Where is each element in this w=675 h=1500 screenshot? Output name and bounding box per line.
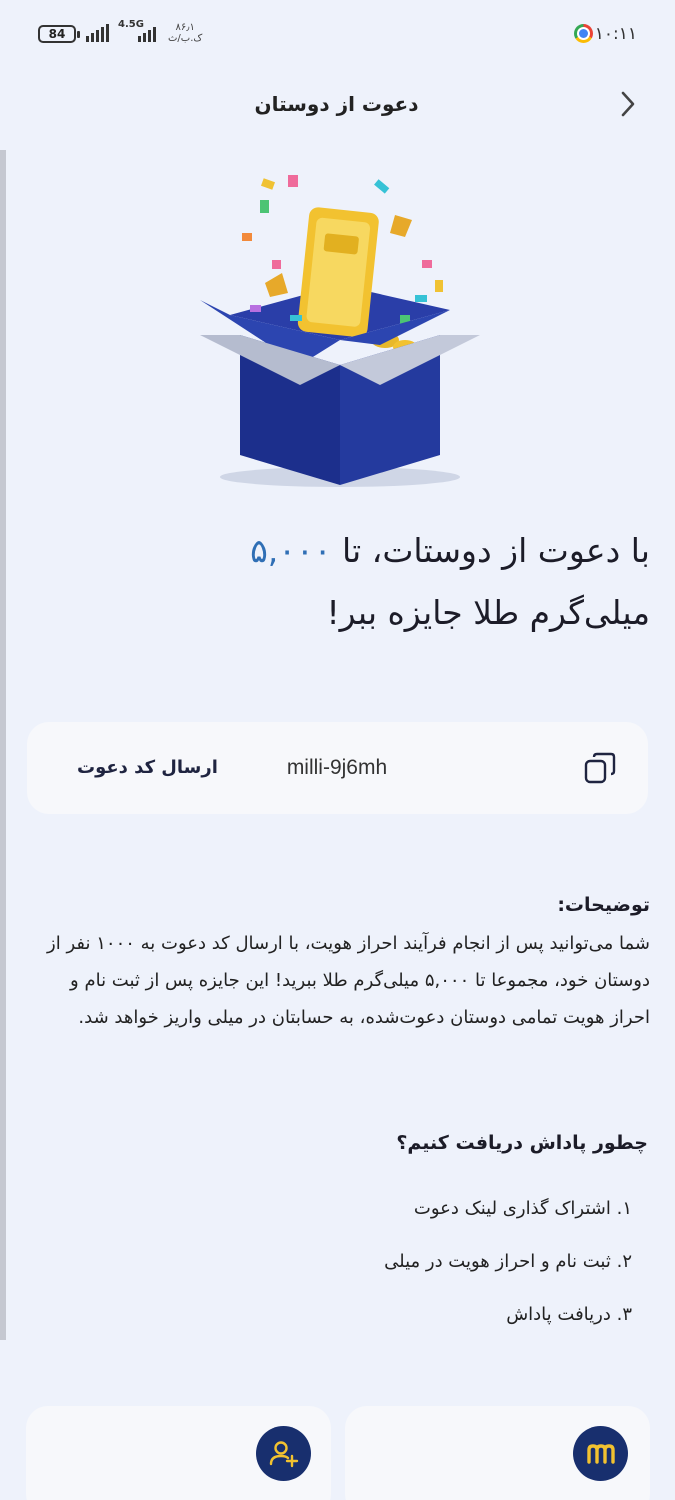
how-to-title: چطور پاداش دریافت کنیم؟: [396, 1132, 648, 1154]
milli-card[interactable]: [345, 1406, 650, 1500]
add-user-icon: [256, 1426, 311, 1481]
network-speed: ۸۶٫۱ ک.ب/ث: [168, 22, 203, 44]
top-app-bar: دعوت از دوستان: [0, 66, 675, 142]
scroll-indicator: [0, 150, 6, 1340]
battery-indicator: 84: [38, 25, 80, 43]
page-title: دعوت از دوستان: [254, 92, 419, 116]
milli-logo-icon: [573, 1426, 628, 1481]
chevron-right-icon: [621, 91, 635, 117]
invite-friend-card[interactable]: [26, 1406, 331, 1500]
back-button[interactable]: [612, 88, 644, 120]
list-item: ۲. ثبت نام و احراز هویت در میلی: [384, 1251, 632, 1272]
status-bar: 84 4.5G ۸۶٫۱ ک.ب/ث ۱۰:۱۱: [0, 0, 675, 66]
description-section: توضیحات: شما می‌توانید پس از انجام فرآین…: [26, 887, 650, 1036]
clock: ۱۰:۱۱: [594, 24, 637, 44]
description-title: توضیحات:: [557, 894, 650, 916]
send-invite-code-button[interactable]: ارسال کد دعوت: [77, 722, 218, 814]
list-item: ۳. دریافت پاداش: [506, 1304, 632, 1325]
signal-icon-secondary: [138, 22, 156, 42]
prize-amount: ۵,۰۰۰: [250, 531, 332, 570]
invite-code-card: ارسال کد دعوت milli-9j6mh: [27, 722, 648, 814]
chrome-icon: [574, 24, 593, 43]
description-body: شما می‌توانید پس از انجام فرآیند احراز ه…: [47, 933, 650, 1028]
copy-button[interactable]: [582, 750, 618, 786]
hero-gift-box-illustration: [190, 165, 490, 495]
hero-headline: با دعوت از دوستات، تا ۵,۰۰۰ میلی‌گرم طلا…: [250, 531, 650, 632]
signal-icon: [86, 22, 109, 42]
steps-list: ۱. اشتراک گذاری لینک دعوت ۲. ثبت نام و ا…: [26, 1196, 632, 1355]
list-item: ۱. اشتراک گذاری لینک دعوت: [413, 1198, 632, 1219]
invite-code: milli-9j6mh: [286, 756, 388, 779]
copy-icon: [584, 752, 616, 784]
